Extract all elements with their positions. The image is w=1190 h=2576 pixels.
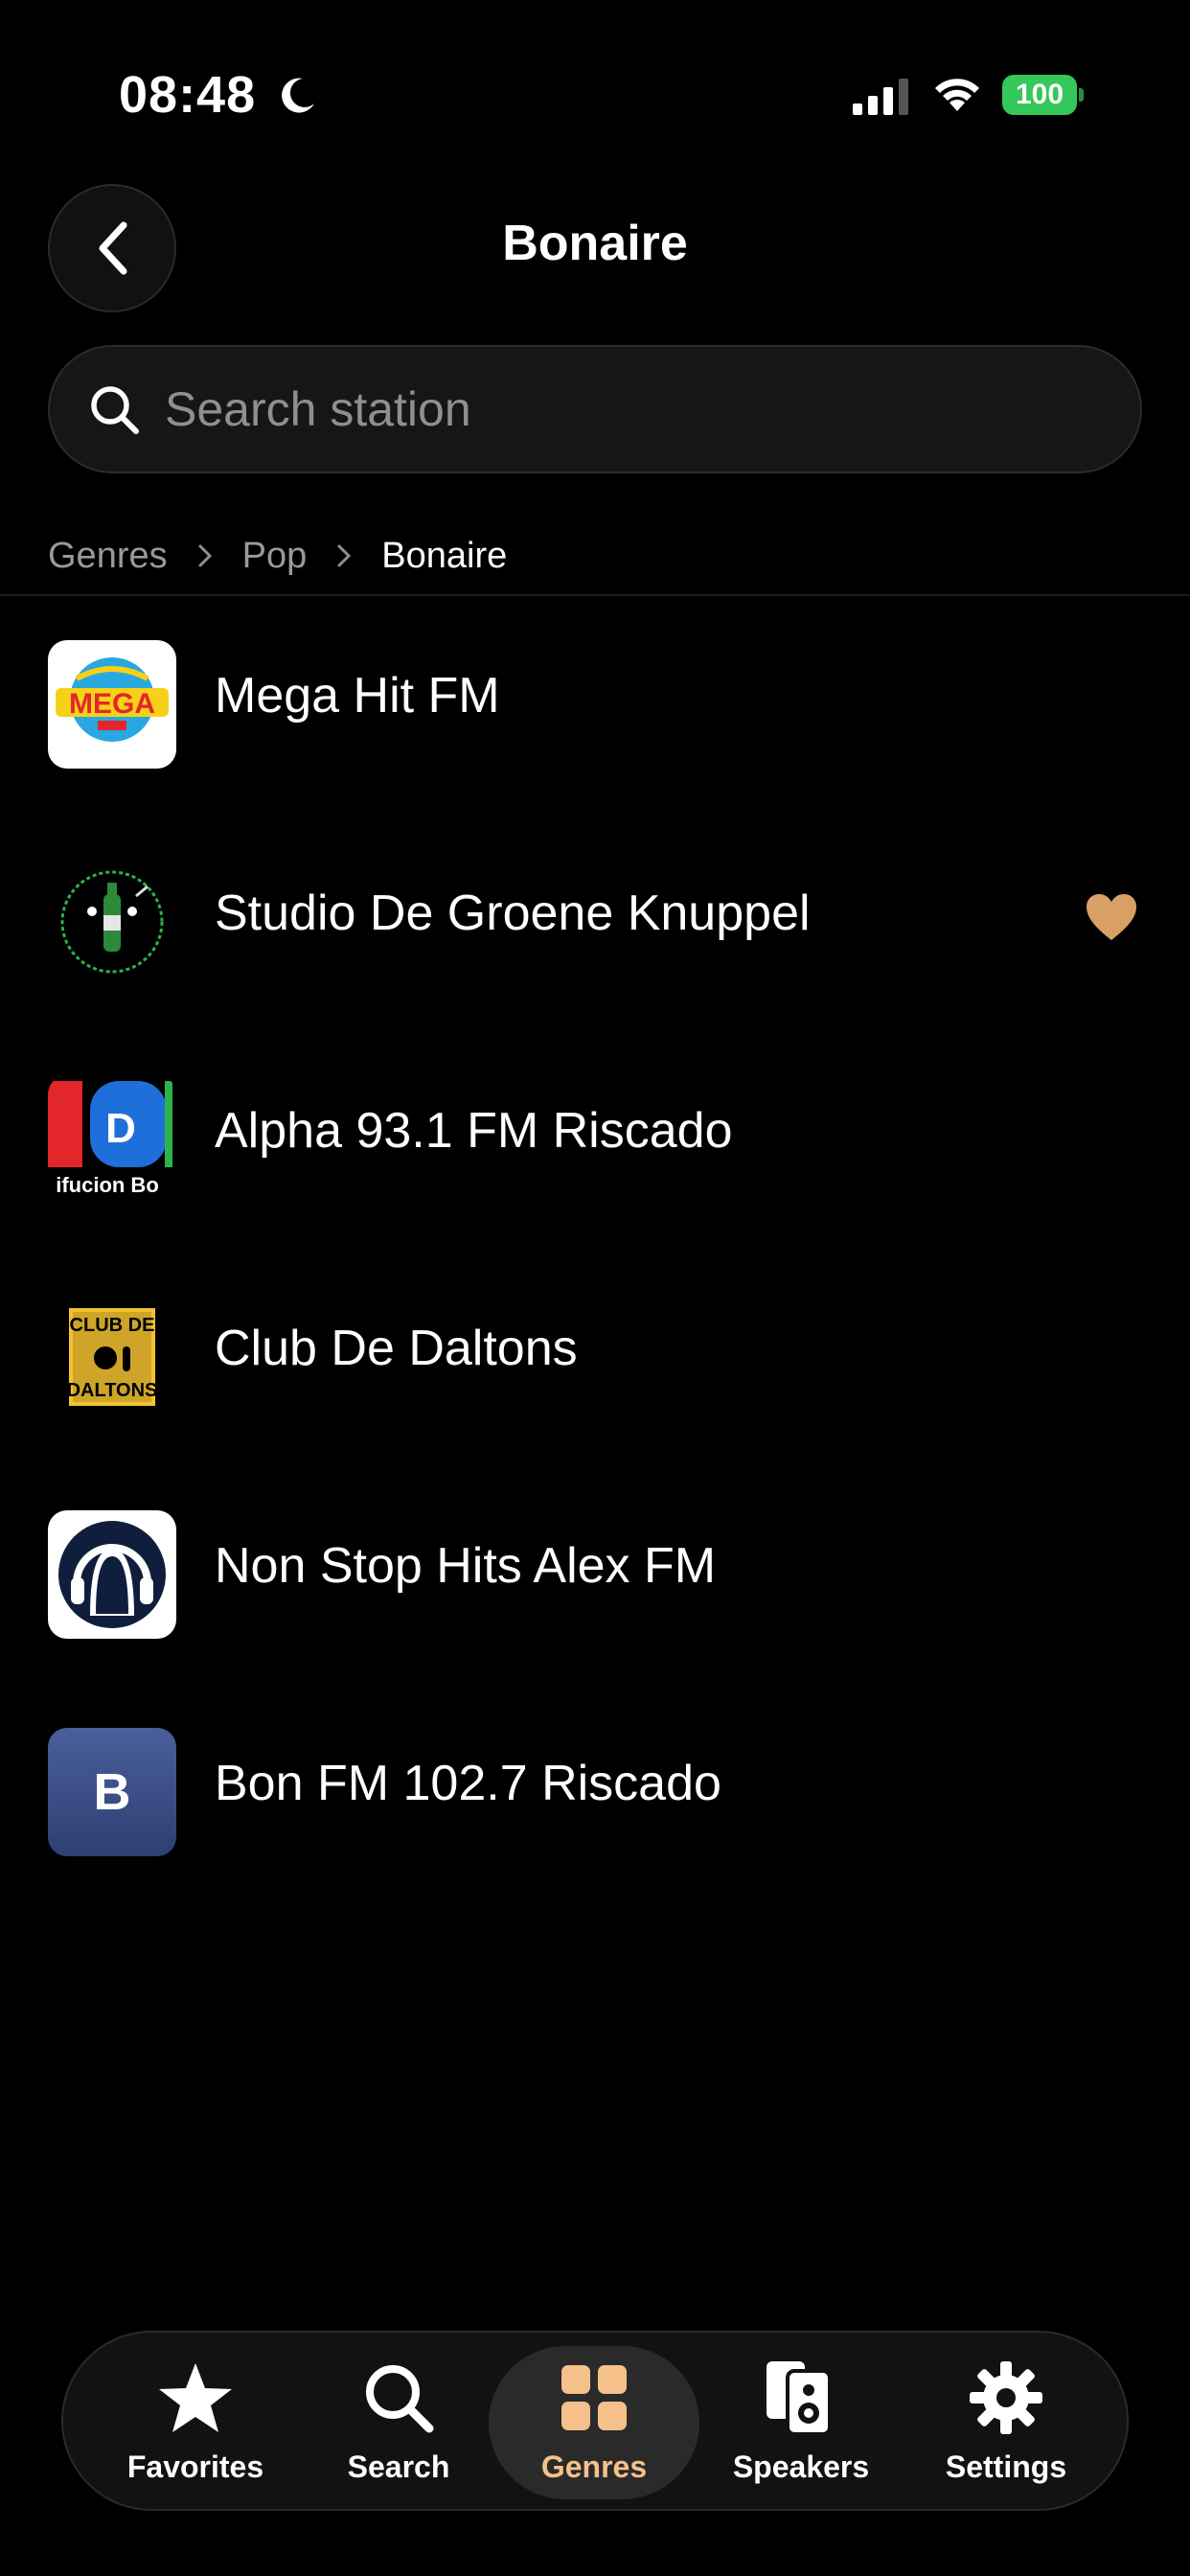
search-input[interactable] [165,366,1104,452]
station-row[interactable]: B Bon FM 102.7 Riscado [0,1714,1190,1906]
station-name: Non Stop Hits Alex FM [215,1538,717,1594]
station-logo: CLUB DE DALTONS [48,1293,176,1421]
station-row[interactable]: Studio De Groene Knuppel [0,844,1190,1036]
tab-speakers[interactable]: Speakers [696,2346,906,2499]
tab-label: Genres [540,2450,648,2484]
station-logo [48,858,176,986]
tab-search[interactable]: Search [293,2346,504,2499]
moon-icon [282,78,314,113]
battery-level: 100 [1015,79,1064,110]
station-row[interactable]: MEGA Mega Hit FM [0,627,1190,818]
svg-text:ifucion Bo: ifucion Bo [56,1173,159,1197]
grid-icon [561,2365,627,2430]
tab-genres[interactable]: Genres [489,2346,699,2499]
station-name: Club De Daltons [215,1321,578,1376]
station-logo: D ifucion Bo [48,1075,176,1204]
breadcrumb: Genres Pop Bonaire [48,532,507,580]
station-row[interactable]: Non Stop Hits Alex FM [0,1497,1190,1689]
cellular-signal-icon [853,79,908,115]
status-time: 08:48 [119,66,257,124]
svg-text:CLUB DE: CLUB DE [70,1315,155,1336]
station-name: Mega Hit FM [215,668,500,724]
tab-bar: Favorites Search Genres Speakers Setting… [61,2331,1129,2511]
star-icon [159,2363,232,2432]
favorite-heart-icon[interactable] [1085,892,1138,942]
station-logo [48,1510,176,1639]
divider [0,594,1190,596]
station-row[interactable]: CLUB DE DALTONS Club De Daltons [0,1279,1190,1471]
station-name: Alpha 93.1 FM Riscado [215,1103,733,1159]
logo-initial: B [93,1763,131,1821]
station-logo: MEGA [48,640,176,769]
chevron-right-icon [198,544,212,567]
station-row[interactable]: D ifucion Bo Alpha 93.1 FM Riscado [0,1062,1190,1254]
breadcrumb-bonaire: Bonaire [381,535,508,576]
breadcrumb-pop[interactable]: Pop [242,536,308,577]
station-name: Bon FM 102.7 Riscado [215,1756,721,1811]
svg-text:D: D [105,1105,136,1152]
tab-favorites[interactable]: Favorites [90,2346,301,2499]
tab-settings[interactable]: Settings [901,2346,1111,2499]
tab-label: Search [347,2450,450,2484]
station-name: Studio De Groene Knuppel [215,886,811,941]
wifi-icon [935,79,979,111]
tab-label: Speakers [732,2450,870,2484]
tab-label: Favorites [126,2450,264,2484]
search-bar[interactable] [48,345,1142,473]
chevron-right-icon [337,544,352,567]
gear-icon [970,2361,1042,2434]
search-icon [91,386,139,434]
status-bar: 08:48 100 [0,0,1190,192]
tab-label: Settings [945,2450,1067,2484]
battery-indicator: 100 [1002,75,1084,115]
page-title: Bonaire [502,216,688,271]
svg-text:DALTONS: DALTONS [67,1380,158,1401]
search-icon [366,2365,434,2433]
station-logo: B [48,1728,176,1856]
breadcrumb-genres[interactable]: Genres [48,536,168,577]
logo-text: MEGA [69,688,155,720]
speaker-icon [767,2361,832,2436]
